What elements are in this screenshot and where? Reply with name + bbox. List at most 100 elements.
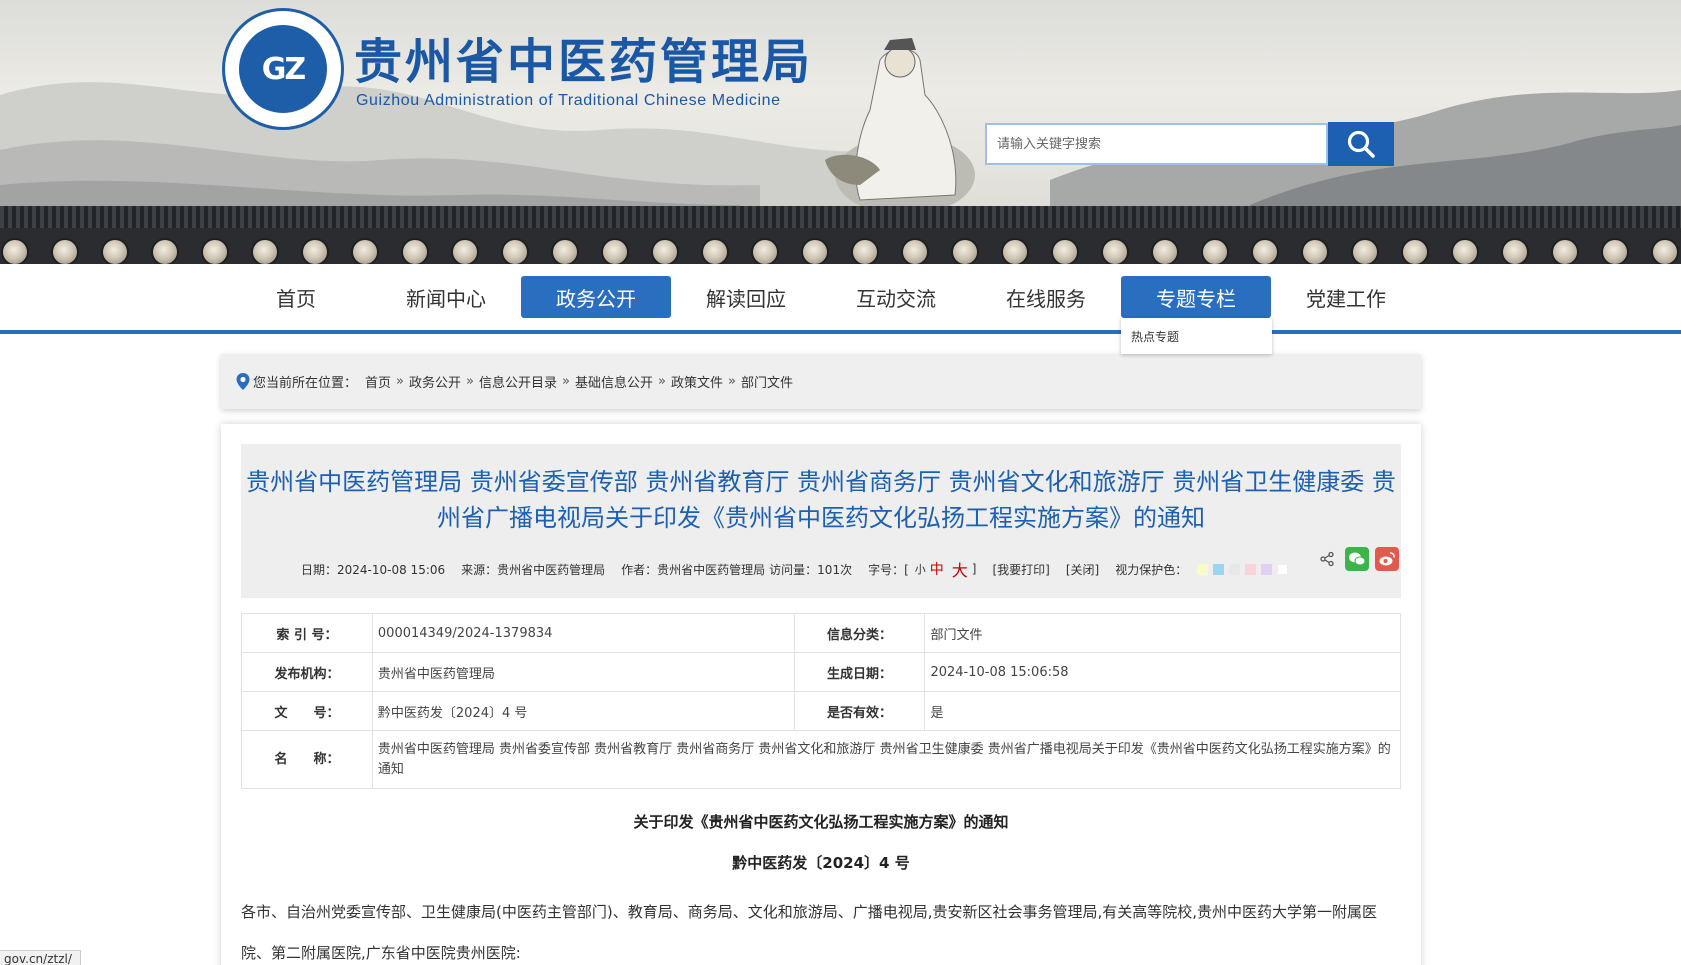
font-size-large[interactable]: 大 (952, 557, 968, 581)
topics-dropdown: 热点专题 (1121, 318, 1272, 354)
nav-item-party-building[interactable]: 党建工作 (1271, 276, 1421, 318)
site-title: 贵州省中医药管理局 (354, 34, 814, 90)
breadcrumb-gov-affairs[interactable]: 政务公开 (409, 372, 461, 391)
document-number: 黔中医药发〔2024〕4 号 (732, 854, 910, 872)
main-nav: 首页 新闻中心 政务公开 解读回应 互动交流 在线服务 专题专栏 党建工作 (0, 264, 1681, 334)
agency-logo: GZ (222, 8, 344, 130)
roof-tile (1040, 226, 1090, 264)
roof-tile (1540, 226, 1590, 264)
roof-tile (440, 226, 490, 264)
weibo-icon[interactable] (1375, 547, 1399, 571)
roof-tile (90, 226, 140, 264)
eye-protect-label: 视力保护色： (1115, 562, 1188, 577)
breadcrumb-home[interactable]: 首页 (365, 372, 391, 391)
nav-item-interpretation[interactable]: 解读回应 (671, 276, 821, 318)
nav-item-home[interactable]: 首页 (221, 276, 371, 318)
roof-tile (190, 226, 240, 264)
roof-tile (840, 226, 890, 264)
breadcrumb-separator: » (396, 374, 404, 389)
name-value: 贵州省中医药管理局 贵州省委宣传部 贵州省教育厅 贵州省商务厅 贵州省文化和旅游… (371, 730, 1402, 789)
meta-visits: 访问量：101次 (769, 562, 853, 577)
roof-tile (1640, 226, 1681, 264)
close-link[interactable]: [关闭] (1066, 561, 1099, 578)
roof-tile (890, 226, 940, 264)
roof-tile (490, 226, 540, 264)
roof-tile-border (0, 206, 1681, 264)
meta-source: 来源：贵州省中医药管理局 (461, 562, 606, 577)
dropdown-item-hot-topics[interactable]: 热点专题 (1131, 330, 1179, 344)
search-input[interactable] (985, 123, 1328, 165)
breadcrumb-prefix: 您当前所在位置： (253, 376, 358, 391)
table-row: 发布机构： 贵州省中医药管理局 生成日期： 2024-10-08 15:06:5… (241, 652, 1401, 692)
nav-item-gov-affairs[interactable]: 政务公开 (521, 276, 671, 318)
roof-tile (640, 226, 690, 264)
roof-tile (1490, 226, 1540, 264)
nav-item-online-service[interactable]: 在线服务 (971, 276, 1121, 318)
roof-stripe (0, 206, 1681, 228)
breadcrumb-dept-docs[interactable]: 部门文件 (741, 372, 793, 391)
roof-tile (590, 226, 640, 264)
roof-tiles (0, 226, 1681, 264)
roof-tile (390, 226, 440, 264)
document-heading: 关于印发《贵州省中医药文化弘扬工程实施方案》的通知 (633, 813, 1009, 831)
roof-tile (0, 226, 40, 264)
breadcrumb: 您当前所在位置： 首页 » 政务公开 » 信息公开目录 » 基础信息公开 » 政… (221, 354, 1421, 409)
breadcrumb-separator: » (657, 374, 666, 389)
name-label: 名 称： (241, 730, 373, 789)
category-label: 信息分类： (793, 613, 926, 653)
font-size-medium[interactable]: 中 (930, 559, 944, 579)
roof-tile (340, 226, 390, 264)
site-subtitle: Guizhou Administration of Traditional Ch… (356, 92, 781, 109)
print-link[interactable]: [我要打印] (992, 561, 1049, 578)
font-size-small[interactable]: 小 (915, 561, 926, 577)
category-value: 部门文件 (924, 613, 1401, 653)
validity-value: 是 (924, 691, 1401, 731)
roof-tile (1440, 226, 1490, 264)
roof-tile (1340, 226, 1390, 264)
table-row: 文 号： 黔中医药发〔2024〕4 号 是否有效： 是 (241, 691, 1401, 731)
roof-tile (740, 226, 790, 264)
site-banner: GZ 贵州省中医药管理局 Guizhou Administration of T… (0, 0, 1681, 264)
publisher-value: 贵州省中医药管理局 (371, 652, 795, 692)
doc-number-value: 黔中医药发〔2024〕4 号 (371, 691, 795, 731)
roof-tile (140, 226, 190, 264)
article-header: 贵州省中医药管理局 贵州省委宣传部 贵州省教育厅 贵州省商务厅 贵州省文化和旅游… (241, 444, 1401, 598)
roof-tile (1590, 226, 1640, 264)
index-value: 000014349/2024-1379834 (371, 613, 795, 653)
doc-number-label: 文 号： (241, 691, 373, 731)
eye-color-yellow[interactable] (1197, 563, 1209, 575)
nav-item-news[interactable]: 新闻中心 (371, 276, 521, 318)
table-row: 索 引 号： 000014349/2024-1379834 信息分类： 部门文件 (241, 613, 1401, 653)
wechat-icon[interactable] (1345, 547, 1369, 571)
roof-tile (540, 226, 590, 264)
article-title: 贵州省中医药管理局 贵州省委宣传部 贵州省教育厅 贵州省商务厅 贵州省文化和旅游… (246, 468, 1396, 532)
eye-color-blue[interactable] (1213, 563, 1225, 575)
share-bar (1309, 547, 1399, 571)
eye-color-gray[interactable] (1229, 563, 1241, 575)
roof-tile (1190, 226, 1240, 264)
roof-tile (690, 226, 740, 264)
document-info-table: 索 引 号： 000014349/2024-1379834 信息分类： 部门文件… (241, 613, 1402, 789)
breadcrumb-basic-info[interactable]: 基础信息公开 (575, 372, 653, 391)
roof-tile (290, 226, 340, 264)
breadcrumb-separator: » (562, 374, 570, 389)
eye-color-white[interactable] (1277, 563, 1289, 575)
roof-tile (1390, 226, 1440, 264)
roof-tile (990, 226, 1040, 264)
font-size-label: 字号：[ (868, 562, 909, 577)
roof-tile (790, 226, 840, 264)
eye-color-purple[interactable] (1261, 563, 1273, 575)
search-icon (1347, 130, 1375, 158)
meta-author: 作者：贵州省中医药管理局 (621, 562, 766, 577)
roof-tile (40, 226, 90, 264)
breadcrumb-catalog[interactable]: 信息公开目录 (479, 372, 557, 391)
meta-date: 日期：2024-10-08 15:06 (301, 562, 446, 577)
eye-color-pink[interactable] (1245, 563, 1257, 575)
breadcrumb-policy-docs[interactable]: 政策文件 (671, 372, 723, 391)
nav-item-topics[interactable]: 专题专栏 (1121, 276, 1271, 318)
roof-tile (240, 226, 290, 264)
nav-item-interaction[interactable]: 互动交流 (821, 276, 971, 318)
validity-label: 是否有效： (793, 691, 926, 731)
search-button[interactable] (1328, 122, 1394, 166)
share-icon[interactable] (1315, 547, 1339, 571)
